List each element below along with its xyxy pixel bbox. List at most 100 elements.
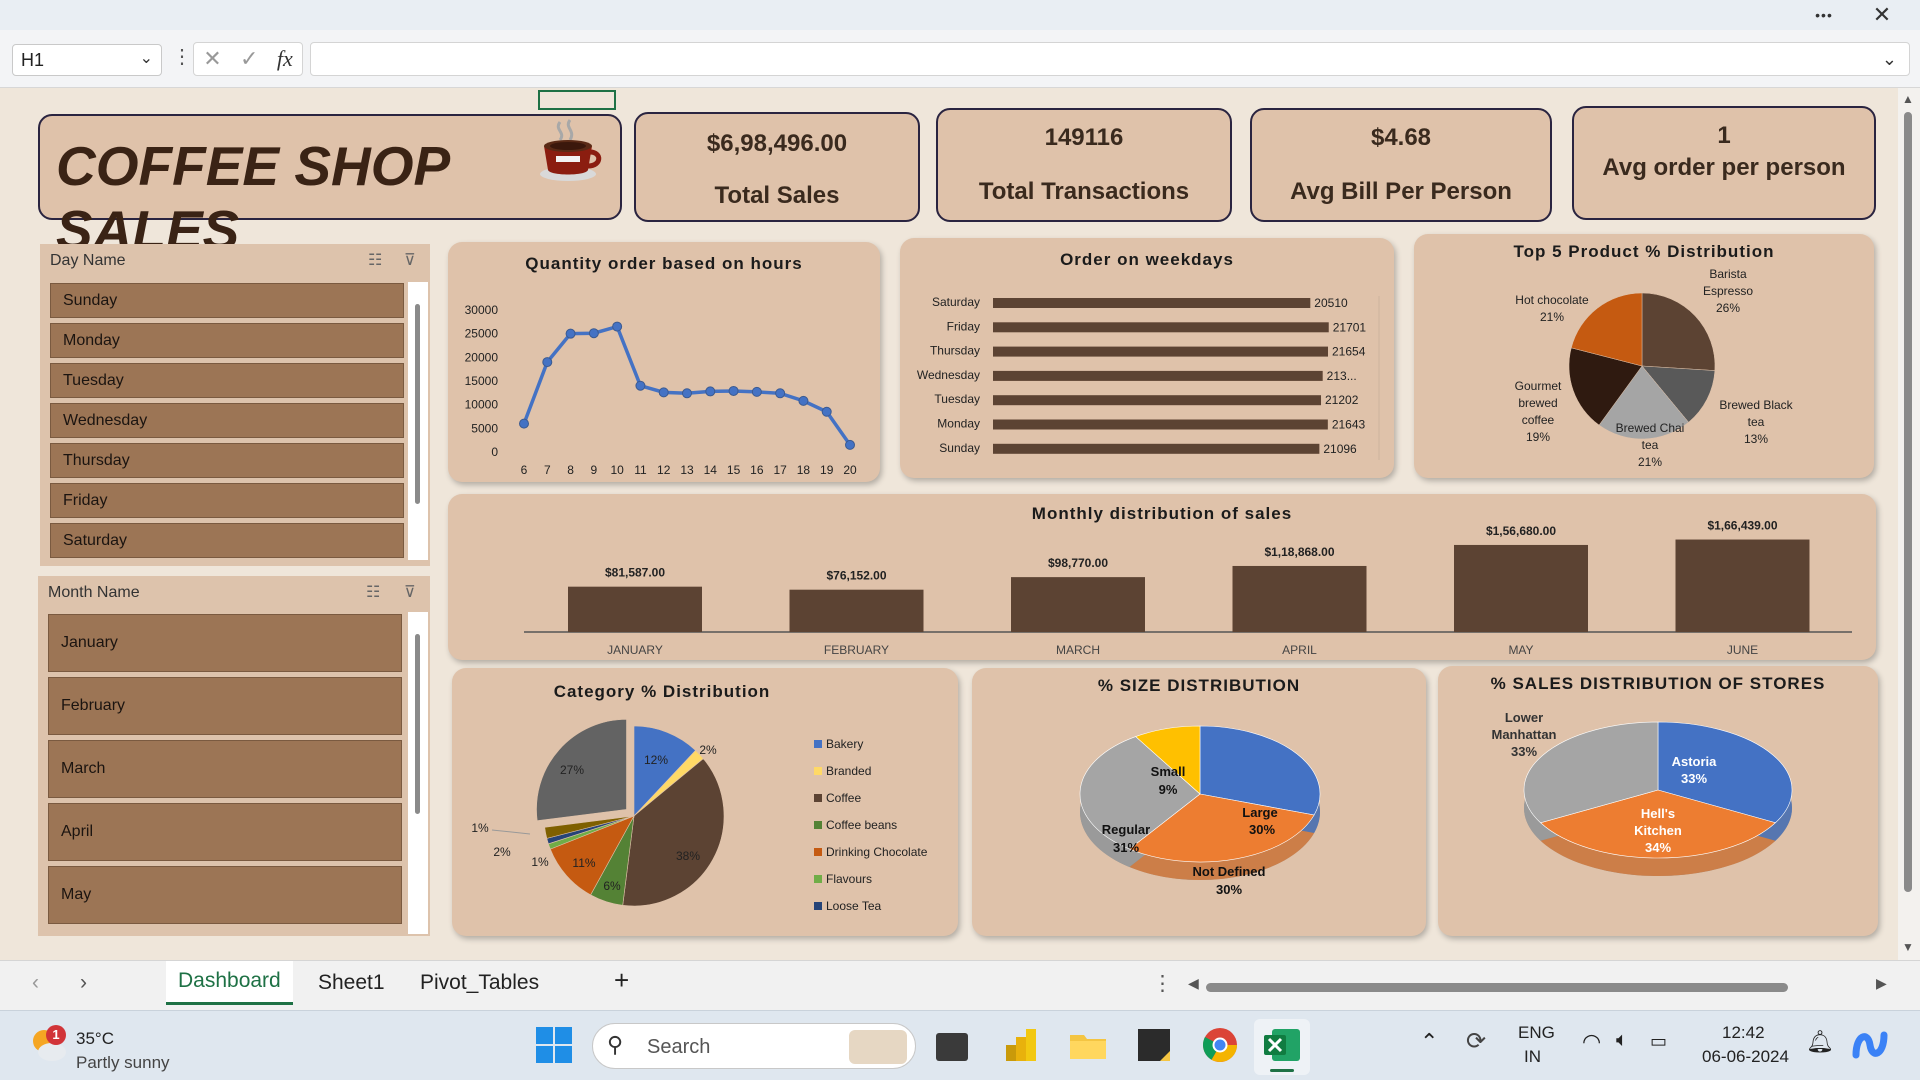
monthly-chart-card[interactable]: Monthly distribution of sales $81,587.00… bbox=[448, 494, 1876, 660]
multi-select-icon[interactable]: ☷ bbox=[368, 250, 382, 270]
slicer-item-february[interactable]: February bbox=[48, 677, 402, 735]
name-box[interactable]: H1 ⌄ bbox=[12, 44, 162, 76]
tab-options-icon[interactable]: ⋮ bbox=[1152, 971, 1173, 996]
monthly-bar-chart: $81,587.00 JANUARY $76,152.00 FEBRUARY $98,7… bbox=[524, 519, 1852, 657]
slicer-item-tuesday[interactable]: Tuesday bbox=[50, 363, 404, 398]
clock-date[interactable]: 06-06-2024 bbox=[1702, 1047, 1789, 1067]
add-sheet-button[interactable]: + bbox=[614, 965, 629, 996]
slicer-item-monday[interactable]: Monday bbox=[50, 323, 404, 358]
show-hidden-icons[interactable]: ⌃ bbox=[1420, 1029, 1438, 1055]
slice-label: Lower bbox=[1505, 710, 1543, 725]
scroll-left-icon[interactable]: ◀ bbox=[1188, 975, 1199, 992]
clock-time[interactable]: 12:42 bbox=[1722, 1023, 1765, 1043]
vertical-scrollbar[interactable]: ▲ ▼ bbox=[1898, 88, 1920, 960]
prev-sheet-icon[interactable]: ‹ bbox=[32, 971, 39, 995]
category-label: APRIL bbox=[1282, 643, 1317, 657]
clear-filter-icon[interactable]: ⊽ bbox=[404, 250, 416, 270]
horizontal-scroll-thumb[interactable] bbox=[1206, 983, 1788, 992]
data-label: 21096 bbox=[1323, 442, 1357, 456]
chrome-icon[interactable] bbox=[1200, 1025, 1240, 1065]
volume-icon[interactable]: 🔈︎ bbox=[1616, 1029, 1628, 1052]
taskbar-search-box[interactable]: ⚲ Search bbox=[592, 1023, 916, 1069]
wifi-icon[interactable]: ◠ bbox=[1582, 1029, 1601, 1055]
tab-sheet1[interactable]: Sheet1 bbox=[318, 971, 385, 995]
slicer-item-april[interactable]: April bbox=[48, 803, 402, 861]
data-point bbox=[751, 386, 762, 397]
legend-label: Coffee bbox=[826, 791, 861, 805]
y-tick-label: 5000 bbox=[471, 421, 498, 435]
windows-start-icon[interactable] bbox=[534, 1025, 574, 1065]
tab-pivot-tables[interactable]: Pivot_Tables bbox=[420, 971, 539, 995]
slicer-item-friday[interactable]: Friday bbox=[50, 483, 404, 518]
y-tick-label: 15000 bbox=[465, 374, 499, 388]
notification-bell-icon[interactable]: 🔔︎ bbox=[1806, 1029, 1834, 1055]
expand-formula-icon[interactable]: ⌄ bbox=[1882, 49, 1897, 70]
chevron-down-icon[interactable]: ⌄ bbox=[140, 48, 153, 68]
window-title-bar: ••• ✕ bbox=[0, 0, 1920, 30]
power-bi-icon[interactable] bbox=[1002, 1025, 1042, 1065]
data-label: $81,587.00 bbox=[605, 566, 665, 580]
legend-swatch bbox=[814, 848, 822, 856]
scroll-right-icon[interactable]: ▶ bbox=[1876, 975, 1887, 992]
category-label: MAY bbox=[1508, 643, 1533, 657]
slice-label: tea bbox=[1642, 438, 1659, 452]
slicer-scroll-thumb[interactable] bbox=[415, 634, 420, 814]
legend-label: Bakery bbox=[826, 737, 863, 751]
enter-icon[interactable]: ✓ bbox=[240, 46, 258, 72]
more-options-button[interactable]: ••• bbox=[1804, 2, 1844, 28]
tab-dashboard[interactable]: Dashboard bbox=[166, 961, 293, 1005]
file-explorer-icon[interactable] bbox=[1068, 1025, 1108, 1065]
slicer-item-wednesday[interactable]: Wednesday bbox=[50, 403, 404, 438]
next-sheet-icon[interactable]: › bbox=[80, 971, 87, 995]
weekdays-chart-card[interactable]: Order on weekdays Saturday 20510 Friday 217… bbox=[900, 238, 1394, 478]
slice-label: 2% bbox=[699, 743, 717, 757]
slicer-item-may[interactable]: May bbox=[48, 866, 402, 924]
x-tick-label: 18 bbox=[797, 463, 811, 477]
multi-select-icon[interactable]: ☷ bbox=[366, 582, 380, 602]
excel-taskbar-button[interactable] bbox=[1254, 1019, 1310, 1075]
horizontal-scrollbar[interactable]: ◀ ▶ bbox=[1188, 975, 1888, 995]
slice-label: Gourmet bbox=[1515, 379, 1562, 393]
slicer-scroll-thumb[interactable] bbox=[415, 304, 420, 504]
data-label: 20510 bbox=[1314, 296, 1348, 310]
cancel-icon[interactable]: ✕ bbox=[203, 46, 221, 72]
data-label: 21202 bbox=[1325, 393, 1359, 407]
data-label: 21643 bbox=[1332, 418, 1366, 432]
top5-chart-card[interactable]: Top 5 Product % Distribution Barista Espr… bbox=[1414, 234, 1874, 478]
slicer-item-january[interactable]: January bbox=[48, 614, 402, 672]
category-chart-card[interactable]: Category % Distribution 12% 2% 38% 6% 11% 1% 1… bbox=[452, 668, 958, 936]
kpi-value: $4.68 bbox=[1370, 124, 1432, 151]
x-tick-label: 13 bbox=[680, 463, 694, 477]
slicer-scrollbar[interactable] bbox=[408, 282, 428, 560]
slicer-item-march[interactable]: March bbox=[48, 740, 402, 798]
stores-pie-chart: Astoria 33% Hell's Kitchen 34% Lower Manhattan… bbox=[1492, 710, 1793, 876]
bar bbox=[993, 419, 1328, 430]
weather-widget[interactable]: 1 35°C Partly sunny bbox=[24, 1019, 184, 1073]
language-indicator[interactable]: ENG bbox=[1518, 1023, 1555, 1043]
task-view-icon[interactable] bbox=[936, 1033, 968, 1061]
scroll-up-icon[interactable]: ▲ bbox=[1902, 92, 1914, 106]
sync-icon[interactable]: ⟳ bbox=[1466, 1027, 1486, 1056]
slicer-item-sunday[interactable]: Sunday bbox=[50, 283, 404, 318]
formula-bar-options-icon[interactable]: ⋮ bbox=[172, 44, 192, 69]
battery-icon[interactable]: ▭ bbox=[1650, 1031, 1667, 1052]
clear-filter-icon[interactable]: ⊽ bbox=[404, 582, 416, 602]
slicer-item-saturday[interactable]: Saturday bbox=[50, 523, 404, 558]
slice-label: 34% bbox=[1645, 840, 1671, 855]
size-chart-card[interactable]: % SIZE DISTRIBUTION Small 9% Large 30% Regul… bbox=[972, 668, 1426, 936]
x-tick-label: 19 bbox=[820, 463, 834, 477]
stores-chart-card[interactable]: % SALES DISTRIBUTION OF STORES Astoria 33… bbox=[1438, 666, 1878, 936]
scroll-down-icon[interactable]: ▼ bbox=[1902, 940, 1914, 954]
hours-chart-card[interactable]: Quantity order based on hours 0 5000 10000… bbox=[448, 242, 880, 482]
insert-function-icon[interactable]: fx bbox=[277, 46, 293, 72]
selected-cell[interactable] bbox=[538, 90, 616, 110]
sticky-notes-icon[interactable] bbox=[1134, 1025, 1174, 1065]
slicer-item-thursday[interactable]: Thursday bbox=[50, 443, 404, 478]
copilot-icon[interactable] bbox=[1850, 1025, 1890, 1065]
formula-input[interactable]: ⌄ bbox=[310, 42, 1910, 76]
close-button[interactable]: ✕ bbox=[1862, 2, 1902, 28]
kpi-avg-order: 1 Avg order per person bbox=[1572, 106, 1876, 220]
slicer-scrollbar[interactable] bbox=[408, 612, 428, 934]
kpi-total-transactions: 149116 Total Transactions bbox=[936, 108, 1232, 222]
vertical-scroll-thumb[interactable] bbox=[1904, 112, 1912, 892]
